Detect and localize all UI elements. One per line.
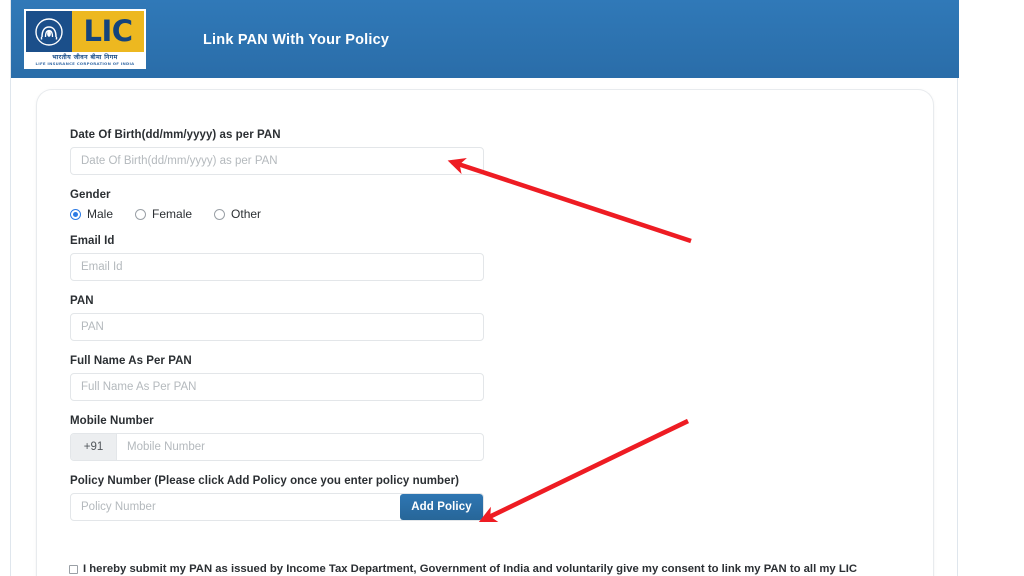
lic-hands-emblem-icon [26, 11, 72, 52]
field-pan: PAN [70, 294, 890, 341]
logo-english-text: LIFE INSURANCE CORPORATION OF INDIA [35, 61, 135, 66]
pan-input[interactable] [70, 313, 484, 341]
full-name-input[interactable] [70, 373, 484, 401]
gender-option-female[interactable]: Female [135, 207, 192, 221]
screenshot-root: LIC भारतीय जीवन बीमा निगम LIFE INSURANCE… [0, 0, 1024, 576]
policy-number-label: Policy Number (Please click Add Policy o… [70, 475, 459, 487]
page-frame: LIC भारतीय जीवन बीमा निगम LIFE INSURANCE… [10, 0, 959, 576]
dob-input[interactable] [70, 147, 484, 175]
field-dob: Date Of Birth(dd/mm/yyyy) as per PAN [70, 128, 890, 175]
field-mobile: Mobile Number +91 [70, 414, 890, 461]
gender-label-male: Male [87, 207, 114, 221]
logo-wordmark-text: LIC [83, 14, 133, 48]
policy-input-group: Add Policy [70, 493, 484, 521]
country-code-prefix: +91 [71, 434, 117, 460]
gender-label-female: Female [152, 207, 193, 221]
gender-label-other: Other [231, 207, 262, 221]
consent-text: I hereby submit my PAN as issued by Inco… [83, 563, 858, 575]
gender-label: Gender [70, 189, 111, 201]
mobile-input[interactable] [117, 434, 483, 460]
form-body: Date Of Birth(dd/mm/yyyy) as per PAN Gen… [70, 128, 890, 534]
lic-logo[interactable]: LIC भारतीय जीवन बीमा निगम LIFE INSURANCE… [24, 9, 146, 69]
logo-top-row: LIC [26, 11, 144, 52]
radio-icon-male[interactable] [70, 208, 81, 220]
field-gender: Gender Male Female Other [70, 188, 890, 221]
dob-label: Date Of Birth(dd/mm/yyyy) as per PAN [70, 129, 281, 141]
form-card: Date Of Birth(dd/mm/yyyy) as per PAN Gen… [36, 89, 934, 576]
radio-icon-female[interactable] [135, 208, 147, 220]
pan-label: PAN [70, 295, 94, 307]
consent-row[interactable]: I hereby submit my PAN as issued by Inco… [69, 563, 969, 576]
field-email: Email Id [70, 234, 890, 281]
mobile-label: Mobile Number [70, 415, 154, 427]
logo-caption: भारतीय जीवन बीमा निगम LIFE INSURANCE COR… [26, 52, 144, 67]
logo-hindi-text: भारतीय जीवन बीमा निगम [52, 54, 118, 61]
page-title: Link PAN With Your Policy [203, 32, 390, 48]
site-header: LIC भारतीय जीवन बीमा निगम LIFE INSURANCE… [11, 0, 959, 78]
radio-icon-other[interactable] [214, 208, 226, 220]
gender-option-male[interactable]: Male [70, 207, 113, 221]
logo-wordmark: LIC [72, 11, 144, 52]
email-label: Email Id [70, 235, 115, 247]
email-input[interactable] [70, 253, 484, 281]
gender-radio-group: Male Female Other [70, 207, 890, 221]
field-full-name: Full Name As Per PAN [70, 354, 890, 401]
policy-number-input[interactable] [71, 494, 400, 520]
gender-option-other[interactable]: Other [214, 207, 261, 221]
add-policy-button[interactable]: Add Policy [400, 494, 483, 520]
full-name-label: Full Name As Per PAN [70, 355, 192, 367]
mobile-input-group: +91 [70, 433, 484, 461]
field-policy-number: Policy Number (Please click Add Policy o… [70, 474, 890, 521]
consent-checkbox[interactable] [69, 565, 78, 574]
